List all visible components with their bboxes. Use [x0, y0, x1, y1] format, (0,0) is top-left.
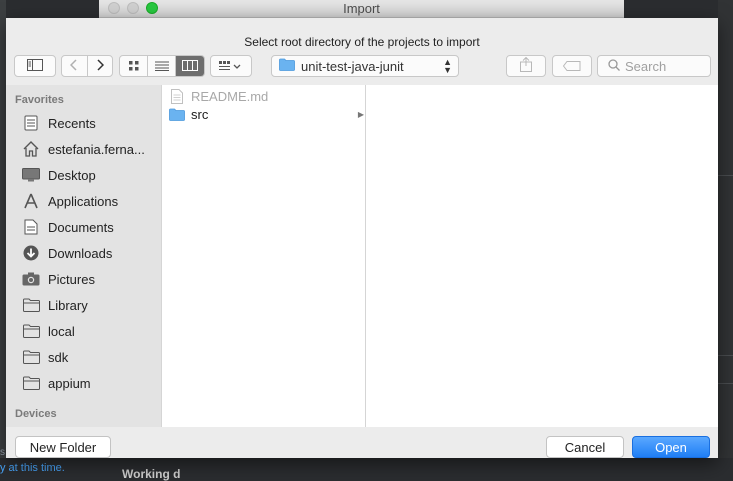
ide-divider — [718, 175, 733, 176]
forward-button[interactable] — [88, 56, 113, 76]
ide-divider — [718, 383, 733, 384]
tag-button[interactable] — [552, 55, 592, 77]
sidebar-item-label: Downloads — [48, 245, 113, 261]
new-folder-button[interactable]: New Folder — [15, 436, 111, 458]
ide-right-panel — [718, 0, 733, 475]
search-input[interactable] — [625, 58, 705, 74]
sidebar-item-label: local — [48, 323, 75, 339]
list-item[interactable]: README.md — [169, 87, 364, 105]
view-mode-segment — [119, 55, 205, 77]
ide-working-label: Working d — [122, 467, 181, 481]
devices-header: Devices — [15, 408, 57, 420]
tag-icon — [562, 59, 581, 74]
window-titlebar: Import — [99, 0, 624, 18]
cancel-button[interactable]: Cancel — [546, 436, 624, 458]
browser-column: README.md src ▶ — [161, 85, 366, 427]
open-panel: Select root directory of the projects to… — [6, 18, 718, 458]
sidebar-item-label: appium — [48, 375, 91, 391]
sidebar-item-desktop[interactable]: Desktop — [22, 164, 160, 186]
favorites-header: Favorites — [15, 94, 64, 106]
chevron-up-down-icon: ▲ ▼ — [443, 57, 452, 75]
sidebar-item-pictures[interactable]: Pictures — [22, 268, 160, 290]
column-view-button[interactable] — [176, 56, 204, 76]
sidebar-item-label: estefania.ferna... — [48, 141, 145, 157]
sidebar: Favorites Recents estefania.ferna... Des… — [6, 85, 161, 427]
sidebar-item-label: Library — [48, 297, 88, 313]
folder-icon — [22, 348, 40, 366]
ide-bottom-bar — [0, 458, 733, 475]
document-file-icon — [169, 88, 185, 104]
folder-icon — [22, 322, 40, 340]
file-name: README.md — [191, 88, 269, 104]
sidebar-item-label: Applications — [48, 193, 119, 209]
sidebar-item-label: Documents — [48, 219, 114, 235]
home-icon — [22, 140, 40, 158]
ide-status-fragment: s — [0, 447, 5, 458]
dialog-message: Select root directory of the projects to… — [244, 35, 480, 49]
column-view-icon — [182, 59, 198, 74]
ide-divider — [718, 355, 733, 356]
desktop-icon — [22, 166, 40, 184]
back-icon — [70, 58, 78, 74]
sidebar-item-sdk[interactable]: sdk — [22, 346, 160, 368]
sidebar-item-label: Recents — [48, 115, 96, 131]
ide-status-message: y at this time. — [0, 462, 65, 474]
sidebar-item-label: Desktop — [48, 167, 96, 183]
applications-icon — [22, 192, 40, 210]
sidebar-item-applications[interactable]: Applications — [22, 190, 160, 212]
open-button[interactable]: Open — [632, 436, 710, 458]
folder-icon — [22, 296, 40, 314]
share-icon — [520, 56, 532, 75]
folder-icon — [279, 58, 295, 74]
arrange-button[interactable] — [210, 55, 252, 77]
sidebar-item-home[interactable]: estefania.ferna... — [22, 138, 160, 160]
folder-icon — [22, 374, 40, 392]
sidebar-toggle-icon — [27, 58, 43, 74]
sidebar-item-downloads[interactable]: Downloads — [22, 242, 160, 264]
arrange-icon — [219, 59, 243, 74]
location-popup[interactable]: unit-test-java-junit ▲ ▼ — [271, 55, 459, 77]
browser-column-empty — [366, 85, 718, 427]
share-button[interactable] — [506, 55, 546, 77]
back-button[interactable] — [62, 56, 88, 76]
sidebar-item-label: sdk — [48, 349, 69, 365]
file-name: src — [191, 106, 209, 122]
forward-icon — [96, 58, 104, 74]
list-view-icon — [154, 59, 169, 74]
recents-icon — [22, 114, 40, 132]
downloads-icon — [22, 244, 40, 262]
list-view-button[interactable] — [148, 56, 176, 76]
sidebar-item-label: Pictures — [48, 271, 95, 287]
list-item[interactable]: src ▶ — [169, 105, 364, 123]
pictures-icon — [22, 270, 40, 288]
sidebar-item-appium[interactable]: appium — [22, 372, 160, 394]
sidebar-item-library[interactable]: Library — [22, 294, 160, 316]
sidebar-item-recents[interactable]: Recents — [22, 112, 160, 134]
sidebar-item-local[interactable]: local — [22, 320, 160, 342]
icon-view-icon — [128, 59, 139, 74]
location-popup-label: unit-test-java-junit — [301, 58, 404, 74]
window-title: Import — [343, 1, 380, 16]
search-field[interactable] — [597, 55, 711, 77]
icon-view-button[interactable] — [120, 56, 148, 76]
navigation-segment — [61, 55, 113, 77]
folder-icon — [169, 106, 185, 122]
sidebar-toggle-button[interactable] — [14, 55, 56, 77]
disclosure-arrow-icon: ▶ — [357, 109, 364, 119]
sidebar-item-documents[interactable]: Documents — [22, 216, 160, 238]
documents-icon — [22, 218, 40, 236]
search-icon — [608, 58, 620, 74]
